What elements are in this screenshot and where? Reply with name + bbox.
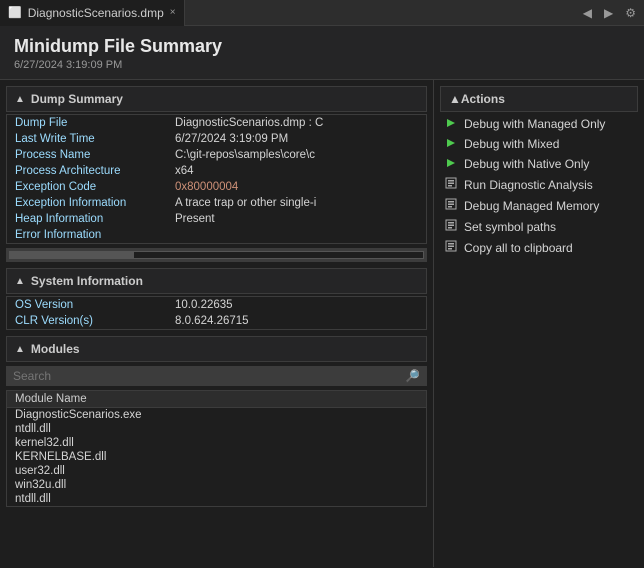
action-img-icon — [444, 219, 458, 234]
actions-header: ▲ Actions — [440, 86, 638, 112]
action-item[interactable]: Debug with Managed Only — [434, 114, 644, 134]
module-column-header: Module Name — [7, 391, 426, 408]
tab-label: DiagnosticScenarios.dmp — [28, 6, 164, 20]
module-table: Module Name DiagnosticScenarios.exentdll… — [6, 390, 427, 507]
row-label: Dump File — [15, 116, 175, 130]
row-value: DiagnosticScenarios.dmp : C — [175, 116, 418, 130]
action-img-icon — [444, 198, 458, 213]
dump-summary-header[interactable]: ▲ Dump Summary — [6, 86, 427, 112]
dump-summary-scrollbar[interactable] — [6, 248, 427, 262]
modules-label: Modules — [31, 342, 80, 356]
dump-summary-table: Dump FileDiagnosticScenarios.dmp : CLast… — [6, 114, 427, 244]
table-row: Exception InformationA trace trap or oth… — [7, 195, 426, 211]
action-img-icon — [444, 240, 458, 255]
action-label: Run Diagnostic Analysis — [464, 178, 593, 192]
action-label: Debug with Native Only — [464, 157, 589, 171]
search-input[interactable] — [13, 369, 405, 383]
table-row: Exception Code0x80000004 — [7, 179, 426, 195]
list-item[interactable]: win32u.dll — [7, 478, 426, 492]
row-value: 6/27/2024 3:19:09 PM — [175, 132, 418, 146]
table-row: Heap InformationPresent — [7, 211, 426, 227]
table-row: Error Information — [7, 227, 426, 243]
list-item[interactable]: DiagnosticScenarios.exe — [7, 408, 426, 422]
list-item[interactable]: user32.dll — [7, 464, 426, 478]
modules-arrow: ▲ — [15, 344, 25, 355]
right-panel: ▲ Actions Debug with Managed OnlyDebug w… — [434, 80, 644, 567]
row-value: 10.0.22635 — [175, 298, 418, 312]
action-item[interactable]: Debug Managed Memory — [434, 195, 644, 216]
action-item[interactable]: Copy all to clipboard — [434, 237, 644, 258]
action-item[interactable]: Set symbol paths — [434, 216, 644, 237]
action-label: Debug Managed Memory — [464, 199, 599, 213]
row-label: Exception Information — [15, 196, 175, 210]
actions-arrow: ▲ — [449, 92, 461, 106]
dump-summary-arrow: ▲ — [15, 94, 25, 105]
row-label: Process Name — [15, 148, 175, 162]
settings-btn[interactable]: ⚙ — [621, 4, 640, 22]
play-icon — [444, 137, 458, 151]
dump-summary-label: Dump Summary — [31, 92, 123, 106]
action-label: Set symbol paths — [464, 220, 556, 234]
row-value: 8.0.624.26715 — [175, 314, 418, 328]
tab-bar-controls: ◀ ▶ ⚙ — [579, 4, 644, 22]
action-item[interactable]: Run Diagnostic Analysis — [434, 174, 644, 195]
row-value: A trace trap or other single-i — [175, 196, 418, 210]
table-row: Process NameC:\git-repos\samples\core\c — [7, 147, 426, 163]
list-item[interactable]: ntdll.dll — [7, 492, 426, 506]
list-item[interactable]: kernel32.dll — [7, 436, 426, 450]
row-value: 0x80000004 — [175, 180, 418, 194]
actions-list: Debug with Managed Only Debug with Mixed D… — [434, 114, 644, 258]
list-item[interactable]: ntdll.dll — [7, 422, 426, 436]
row-label: Process Architecture — [15, 164, 175, 178]
system-info-arrow: ▲ — [15, 276, 25, 287]
table-row: Dump FileDiagnosticScenarios.dmp : C — [7, 115, 426, 131]
tab-bar: ⬜ DiagnosticScenarios.dmp × ◀ ▶ ⚙ — [0, 0, 644, 26]
search-icon[interactable]: 🔎 — [405, 369, 420, 383]
nav-left-btn[interactable]: ◀ — [579, 4, 596, 22]
row-label: Error Information — [15, 228, 175, 242]
action-label: Copy all to clipboard — [464, 241, 573, 255]
nav-right-btn[interactable]: ▶ — [600, 4, 617, 22]
list-item[interactable]: KERNELBASE.dll — [7, 450, 426, 464]
action-label: Debug with Managed Only — [464, 117, 605, 131]
modules-header[interactable]: ▲ Modules — [6, 336, 427, 362]
system-info-table: OS Version10.0.22635CLR Version(s)8.0.62… — [6, 296, 427, 330]
tab-diagnostics[interactable]: ⬜ DiagnosticScenarios.dmp × — [0, 0, 185, 26]
scrollbar-track — [9, 251, 424, 259]
row-label: CLR Version(s) — [15, 314, 175, 328]
page-subtitle: 6/27/2024 3:19:09 PM — [14, 59, 630, 71]
action-item[interactable]: Debug with Native Only — [434, 154, 644, 174]
scrollbar-thumb — [10, 252, 134, 258]
row-label: Last Write Time — [15, 132, 175, 146]
row-value: x64 — [175, 164, 418, 178]
row-label: Exception Code — [15, 180, 175, 194]
main-content: ▲ Dump Summary Dump FileDiagnosticScenar… — [0, 80, 644, 567]
play-icon — [444, 117, 458, 131]
left-panel: ▲ Dump Summary Dump FileDiagnosticScenar… — [0, 80, 434, 567]
action-label: Debug with Mixed — [464, 137, 559, 151]
system-info-label: System Information — [31, 274, 143, 288]
play-icon — [444, 157, 458, 171]
row-value — [175, 228, 418, 230]
actions-label: Actions — [461, 92, 505, 106]
row-label: OS Version — [15, 298, 175, 312]
table-row: OS Version10.0.22635 — [7, 297, 426, 313]
row-value: C:\git-repos\samples\core\c — [175, 148, 418, 162]
system-info-header[interactable]: ▲ System Information — [6, 268, 427, 294]
tab-close[interactable]: × — [170, 7, 176, 18]
action-img-icon — [444, 177, 458, 192]
table-row: Process Architecturex64 — [7, 163, 426, 179]
page-title: Minidump File Summary — [14, 36, 630, 57]
table-row: CLR Version(s)8.0.624.26715 — [7, 313, 426, 329]
page-header: Minidump File Summary 6/27/2024 3:19:09 … — [0, 26, 644, 80]
action-item[interactable]: Debug with Mixed — [434, 134, 644, 154]
row-value: Present — [175, 212, 418, 226]
table-row: Last Write Time6/27/2024 3:19:09 PM — [7, 131, 426, 147]
row-label: Heap Information — [15, 212, 175, 226]
file-icon: ⬜ — [8, 6, 22, 19]
modules-search-container: 🔎 — [6, 366, 427, 386]
